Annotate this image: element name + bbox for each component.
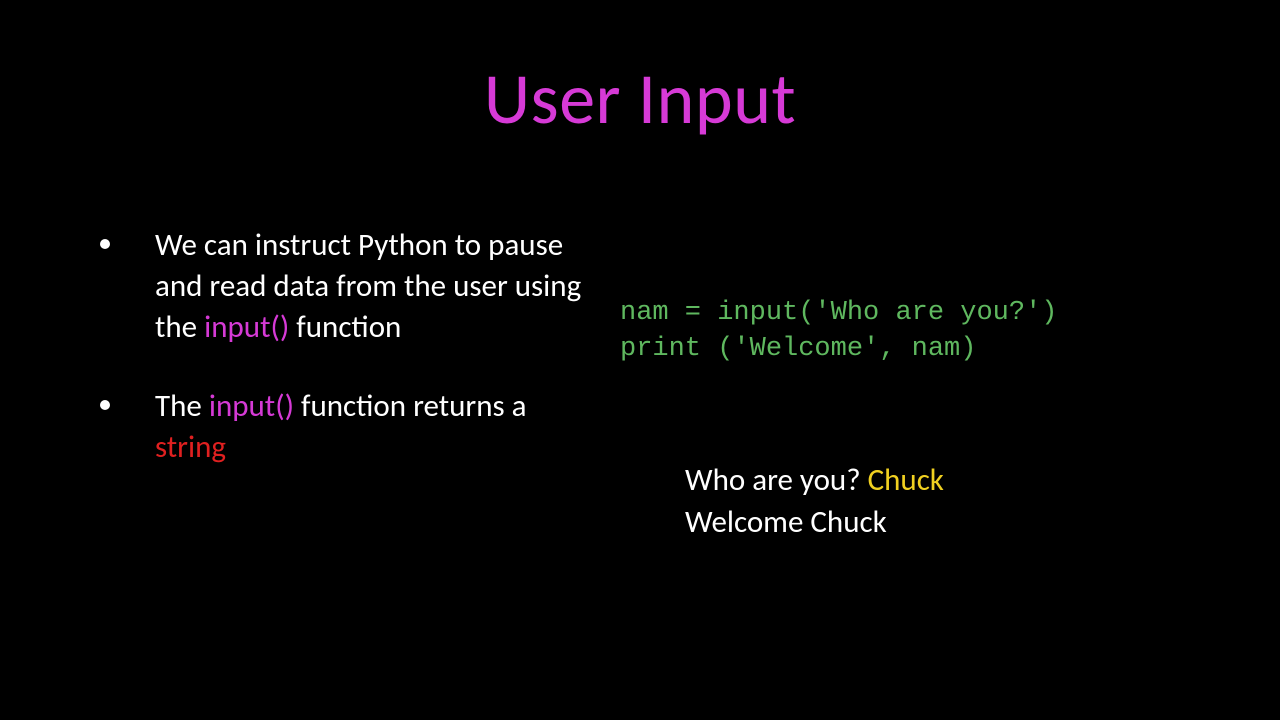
code-block: nam = input('Who are you?') print ('Welc…: [620, 295, 1057, 368]
bullet-dot-icon: [100, 239, 110, 249]
bullet-item: We can instruct Python to pause and read…: [100, 225, 600, 348]
bullet-text: The input() function returns a string: [155, 386, 600, 468]
output-line: Welcome Chuck: [685, 502, 944, 544]
code-line: print ('Welcome', nam): [620, 334, 976, 364]
bullet-text-segment: The: [155, 387, 209, 425]
output-prompt: Who are you?: [685, 461, 868, 499]
highlight-string: string: [155, 428, 226, 466]
bullet-dot-icon: [100, 400, 110, 410]
bullet-item: The input() function returns a string: [100, 386, 600, 468]
right-column: nam = input('Who are you?') print ('Welc…: [600, 225, 1220, 468]
bullet-text-segment: function returns a: [294, 387, 526, 425]
bullet-list: We can instruct Python to pause and read…: [100, 225, 600, 468]
bullet-text: We can instruct Python to pause and read…: [155, 225, 600, 348]
output-block: Who are you? Chuck Welcome Chuck: [685, 460, 944, 544]
code-line: nam = input('Who are you?'): [620, 298, 1057, 328]
output-user-entry: Chuck: [868, 461, 944, 499]
slide-title: User Input: [0, 55, 1280, 143]
output-line: Who are you? Chuck: [685, 460, 944, 502]
slide: User Input We can instruct Python to pau…: [0, 0, 1280, 720]
bullet-text-segment: function: [289, 308, 401, 346]
highlight-input-fn: input(): [209, 387, 294, 425]
slide-body: We can instruct Python to pause and read…: [100, 225, 1220, 468]
highlight-input-fn: input(): [204, 308, 289, 346]
